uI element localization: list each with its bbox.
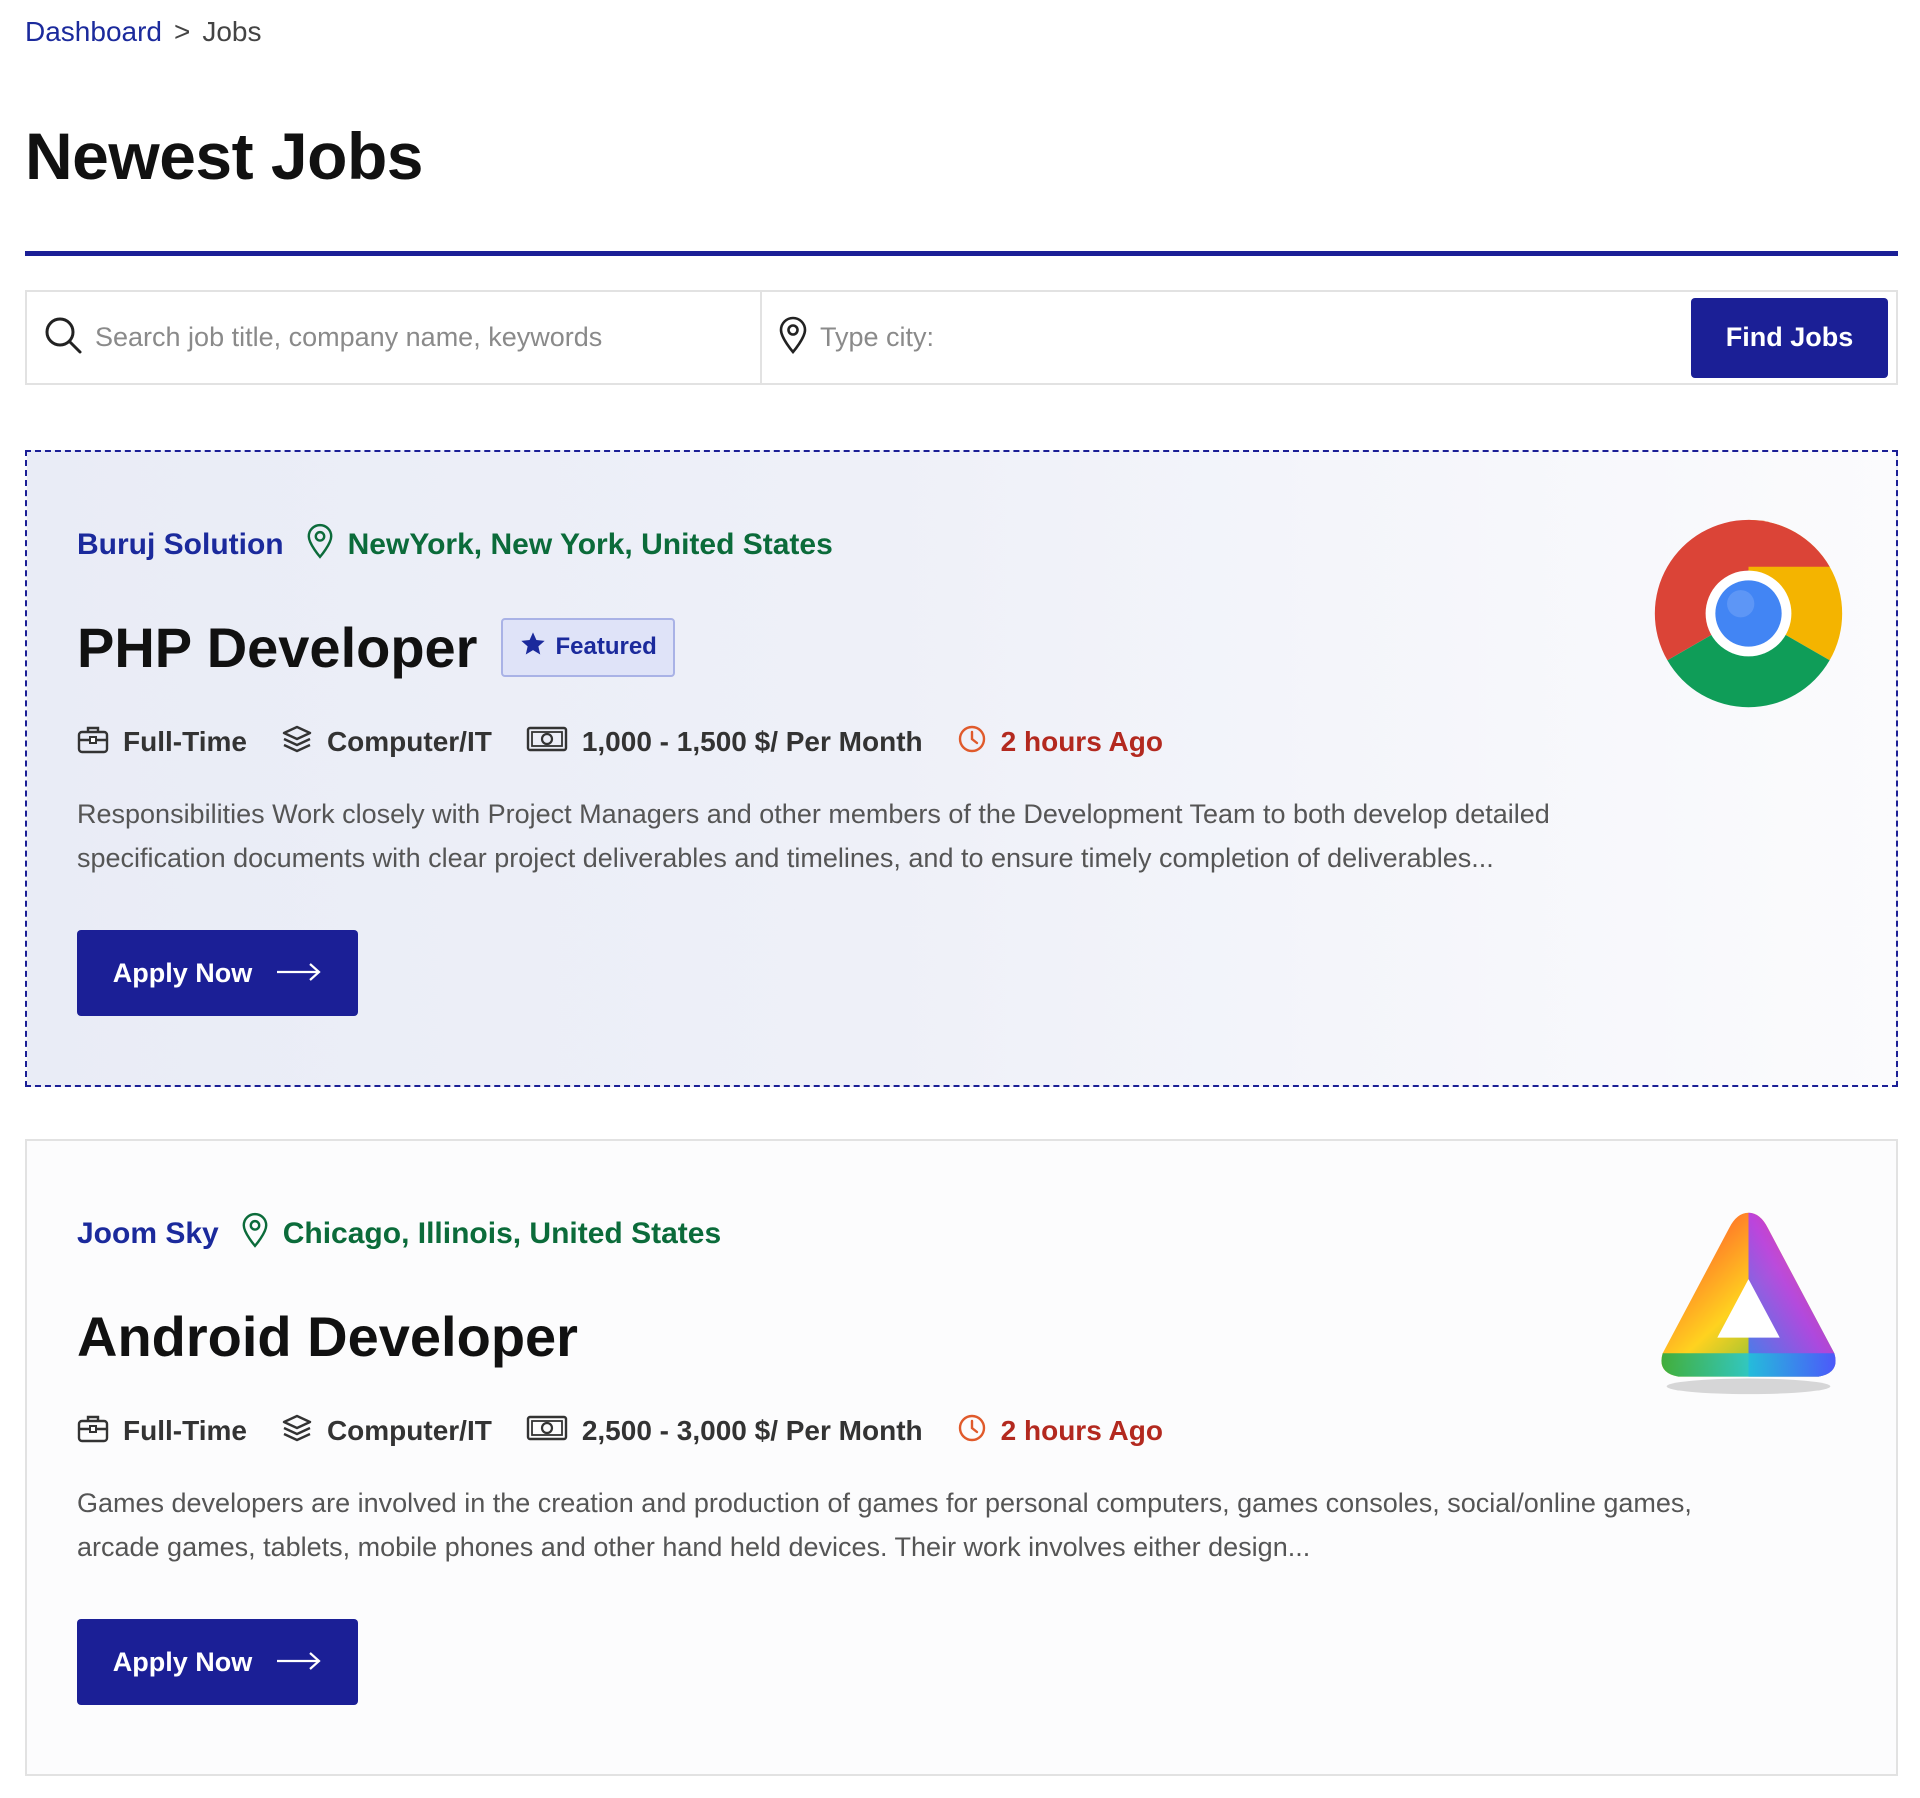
star-icon [519,630,547,665]
money-icon [526,724,568,761]
keyword-search-field [27,292,762,383]
job-title-row: Android Developer [77,1301,1846,1371]
job-posted-text: 2 hours Ago [1000,726,1163,757]
job-location: Chicago, Illinois, United States [241,1212,721,1256]
breadcrumb-separator: > [173,16,191,47]
job-salary-text: 2,500 - 3,000 $/ Per Month [581,1415,923,1446]
layers-icon [281,1413,313,1450]
breadcrumb-dashboard-link[interactable]: Dashboard [25,16,162,48]
job-salary: 2,500 - 3,000 $/ Per Month [526,1413,923,1450]
company-name[interactable]: Joom Sky [77,1217,219,1251]
job-posted: 2 hours Ago [957,724,1163,761]
job-details: Full-Time Computer/IT 1,000 - 1,500 $/ P… [77,722,1846,762]
featured-badge: Featured [501,617,675,677]
layers-icon [281,724,313,761]
keyword-search-input[interactable] [95,322,741,353]
job-card: Buruj Solution NewYork, New York, United… [25,450,1898,1087]
city-search-input[interactable] [820,322,1642,353]
chrome-logo-icon [1651,519,1846,715]
job-title[interactable]: PHP Developer [77,615,477,680]
company-logo [1651,1205,1846,1400]
search-icon [43,315,83,360]
job-description: Games developers are involved in the cre… [77,1488,1692,1562]
apply-now-button[interactable]: Apply Now [77,930,358,1016]
city-search-field [762,292,1691,383]
job-type: Full-Time [77,1413,247,1450]
job-posted-text: 2 hours Ago [1000,1415,1163,1446]
job-card: Joom Sky Chicago, Illinois, United State… [25,1139,1898,1776]
job-salary: 1,000 - 1,500 $/ Per Month [526,724,923,761]
apply-now-button[interactable]: Apply Now [77,1619,358,1705]
job-type: Full-Time [77,724,247,761]
money-icon [526,1413,568,1450]
job-category: Computer/IT [281,1413,492,1450]
job-type-text: Full-Time [123,726,247,757]
job-title-row: PHP Developer Featured [77,612,1846,682]
featured-badge-label: Featured [555,633,657,660]
job-meta-top: Joom Sky Chicago, Illinois, United State… [77,1211,1846,1257]
job-details: Full-Time Computer/IT 2,500 - 3,000 $/ P… [77,1411,1846,1451]
page-title: Newest Jobs [25,119,423,193]
location-text: NewYork, New York, United States [347,528,833,561]
job-category-text: Computer/IT [326,1415,492,1446]
map-pin-icon [241,1212,269,1256]
apply-now-label: Apply Now [112,1646,253,1677]
title-divider [25,251,1898,256]
job-location: NewYork, New York, United States [306,523,833,567]
job-type-text: Full-Time [123,1415,247,1446]
rainbow-triangle-logo-icon [1651,1212,1846,1404]
briefcase-icon [77,1413,109,1450]
breadcrumb: Dashboard > Jobs [25,16,262,48]
job-posted: 2 hours Ago [957,1413,1163,1450]
breadcrumb-current: Jobs [202,16,262,47]
location-text: Chicago, Illinois, United States [282,1217,722,1250]
job-category: Computer/IT [281,724,492,761]
arrow-right-icon [276,958,322,989]
clock-icon [957,724,987,761]
map-pin-icon [306,523,334,567]
job-meta-top: Buruj Solution NewYork, New York, United… [77,522,1846,568]
company-name[interactable]: Buruj Solution [77,528,284,562]
arrow-right-icon [276,1647,322,1678]
map-pin-icon [778,316,808,359]
job-salary-text: 1,000 - 1,500 $/ Per Month [581,726,923,757]
briefcase-icon [77,724,109,761]
job-title[interactable]: Android Developer [77,1304,578,1369]
job-description: Responsibilities Work closely with Proje… [77,799,1550,873]
apply-now-label: Apply Now [112,957,253,988]
job-category-text: Computer/IT [326,726,492,757]
find-jobs-button[interactable]: Find Jobs [1691,297,1888,378]
job-search-bar: Find Jobs [25,290,1898,385]
company-logo [1651,516,1846,711]
clock-icon [957,1413,987,1450]
